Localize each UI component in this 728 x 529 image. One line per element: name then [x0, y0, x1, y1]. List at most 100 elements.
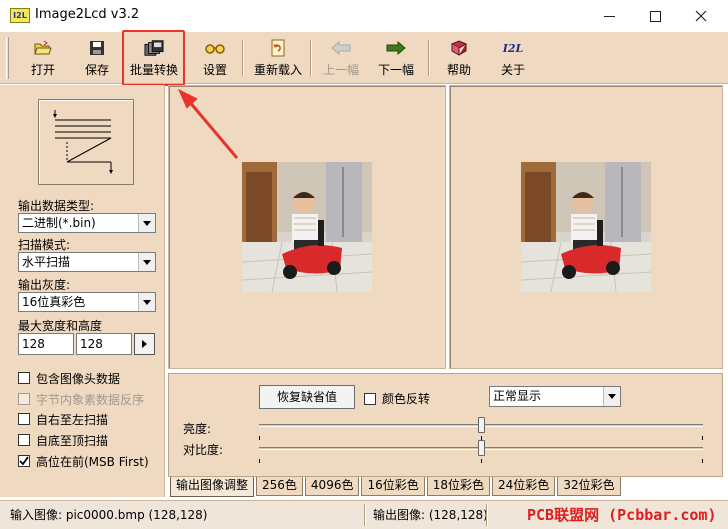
previous-image-label: 上一幅 — [322, 63, 359, 77]
help-label: 帮助 — [446, 63, 471, 77]
include-header-checkbox[interactable]: 包含图像头数据 — [18, 370, 120, 386]
help-book-icon — [449, 38, 469, 58]
contrast-slider[interactable] — [259, 440, 703, 458]
tab-16bit-color[interactable]: 16位彩色 — [361, 477, 425, 496]
checkbox-box[interactable] — [18, 413, 30, 425]
maximize-icon — [649, 10, 661, 22]
child-on-toy-car-image — [242, 162, 372, 292]
window-title: Image2Lcd v3.2 — [35, 7, 140, 22]
play-arrow-icon — [142, 340, 147, 348]
output-preview-pane — [449, 85, 723, 369]
display-mode-select[interactable]: 正常显示 — [489, 386, 621, 407]
slider-tick — [259, 459, 260, 463]
scan-direction-icon — [53, 110, 113, 174]
child-on-toy-car-image — [521, 162, 651, 292]
gray-level-value: 16位真彩色 — [22, 295, 86, 309]
checkbox-box[interactable] — [18, 455, 30, 467]
color-depth-tabs: 输出图像调整 256色 4096色 16位彩色 18位彩色 24位彩色 32位彩… — [170, 477, 623, 497]
apply-size-button[interactable] — [134, 333, 155, 355]
minimize-icon — [603, 15, 615, 17]
tab-output-adjust[interactable]: 输出图像调整 — [170, 477, 255, 497]
max-size-label: 最大宽度和高度 — [18, 319, 103, 333]
max-width-input[interactable]: 128 — [18, 333, 74, 355]
checkbox-box[interactable] — [18, 372, 30, 384]
app-logo-icon: I2L — [10, 8, 30, 23]
checkbox-box[interactable] — [18, 434, 30, 446]
scan-mode-select[interactable]: 水平扫描 — [18, 252, 156, 272]
output-type-select[interactable]: 二进制(*.bin) — [18, 213, 156, 233]
status-divider — [364, 504, 366, 526]
toolbar-grip — [6, 37, 9, 79]
open-folder-icon — [33, 38, 53, 58]
highlight-annotation — [122, 30, 185, 86]
chevron-down-icon[interactable] — [138, 253, 155, 271]
reload-button[interactable]: 重新载入 — [252, 36, 304, 80]
arrow-right-icon — [386, 38, 406, 58]
contrast-label: 对比度: — [183, 443, 224, 457]
close-button[interactable] — [678, 0, 724, 32]
invert-colors-checkbox[interactable]: 颜色反转 — [364, 390, 430, 407]
contrast-slider-thumb[interactable] — [478, 440, 485, 456]
status-divider — [486, 504, 488, 526]
checkbox-box[interactable] — [18, 393, 30, 405]
about-button[interactable]: I2L 关于 — [498, 36, 528, 80]
output-image-status: 输出图像: (128,128) — [373, 508, 488, 522]
slider-tick — [702, 459, 703, 463]
tab-24bit-color[interactable]: 24位彩色 — [492, 477, 556, 496]
output-type-label: 输出数据类型: — [18, 199, 95, 213]
chevron-down-icon[interactable] — [603, 387, 620, 406]
right-to-left-label: 自右至左扫描 — [36, 412, 109, 427]
about-label: 关于 — [500, 63, 525, 77]
scan-mode-value: 水平扫描 — [22, 255, 71, 269]
toolbar-divider — [428, 40, 430, 76]
watermark-text: PCB联盟网 (Pcbbar.com) — [527, 506, 717, 524]
gray-level-label: 输出灰度: — [18, 278, 71, 292]
help-button[interactable]: 帮助 — [444, 36, 474, 80]
minimize-button[interactable] — [586, 0, 632, 32]
tab-4096-colors[interactable]: 4096色 — [304, 477, 360, 496]
max-height-input[interactable]: 128 — [76, 333, 132, 355]
input-image-preview — [242, 162, 372, 292]
next-image-button[interactable]: 下一幅 — [376, 36, 416, 80]
tab-256-colors[interactable]: 256色 — [256, 477, 303, 496]
input-preview-pane — [168, 85, 446, 369]
right-to-left-checkbox[interactable]: 自右至左扫描 — [18, 411, 108, 427]
reverse-pixel-order-checkbox[interactable]: 字节内象素数据反序 — [18, 391, 144, 407]
settings-button[interactable]: 设置 — [200, 36, 230, 80]
scan-mode-preview — [38, 99, 134, 185]
output-image-preview — [521, 162, 651, 292]
close-icon — [695, 10, 707, 22]
settings-panel: 输出数据类型: 二进制(*.bin) 扫描模式: 水平扫描 输出灰度: 16位真… — [0, 85, 165, 497]
chevron-down-icon[interactable] — [138, 293, 155, 311]
reload-icon — [268, 38, 288, 58]
title-bar: I2L Image2Lcd v3.2 — [0, 0, 728, 32]
chevron-down-icon[interactable] — [138, 214, 155, 232]
toolbar-divider — [242, 40, 244, 76]
toolbar: 打开 保存 批量转换 设置 重新载入 上一幅 下一幅 帮助 I2L 关于 — [0, 32, 728, 84]
toolbar-divider — [310, 40, 312, 76]
previous-image-button[interactable]: 上一幅 — [320, 36, 362, 80]
invert-colors-label: 颜色反转 — [382, 392, 431, 406]
maximize-button[interactable] — [632, 0, 678, 32]
gray-level-select[interactable]: 16位真彩色 — [18, 292, 156, 312]
display-mode-value: 正常显示 — [493, 389, 542, 403]
floppy-disk-icon — [87, 38, 107, 58]
tab-18bit-color[interactable]: 18位彩色 — [426, 477, 491, 496]
slider-tick — [481, 459, 482, 463]
brightness-slider[interactable] — [259, 417, 703, 435]
next-image-label: 下一幅 — [377, 63, 414, 77]
open-button[interactable]: 打开 — [26, 36, 60, 80]
restore-defaults-button[interactable]: 恢复缺省值 — [259, 385, 355, 409]
checkbox-box[interactable] — [364, 392, 376, 405]
i2l-logo-icon: I2L — [502, 41, 524, 55]
settings-label: 设置 — [202, 63, 227, 77]
tab-32bit-color[interactable]: 32位彩色 — [557, 477, 621, 496]
save-button[interactable]: 保存 — [82, 36, 112, 80]
reverse-pixel-order-label: 字节内象素数据反序 — [36, 392, 145, 407]
msb-first-checkbox[interactable]: 高位在前(MSB First) — [18, 453, 149, 469]
include-header-label: 包含图像头数据 — [36, 371, 121, 386]
open-label: 打开 — [30, 63, 55, 77]
bottom-to-top-checkbox[interactable]: 自底至顶扫描 — [18, 432, 108, 448]
output-type-value: 二进制(*.bin) — [22, 216, 96, 230]
brightness-slider-thumb[interactable] — [478, 417, 485, 433]
